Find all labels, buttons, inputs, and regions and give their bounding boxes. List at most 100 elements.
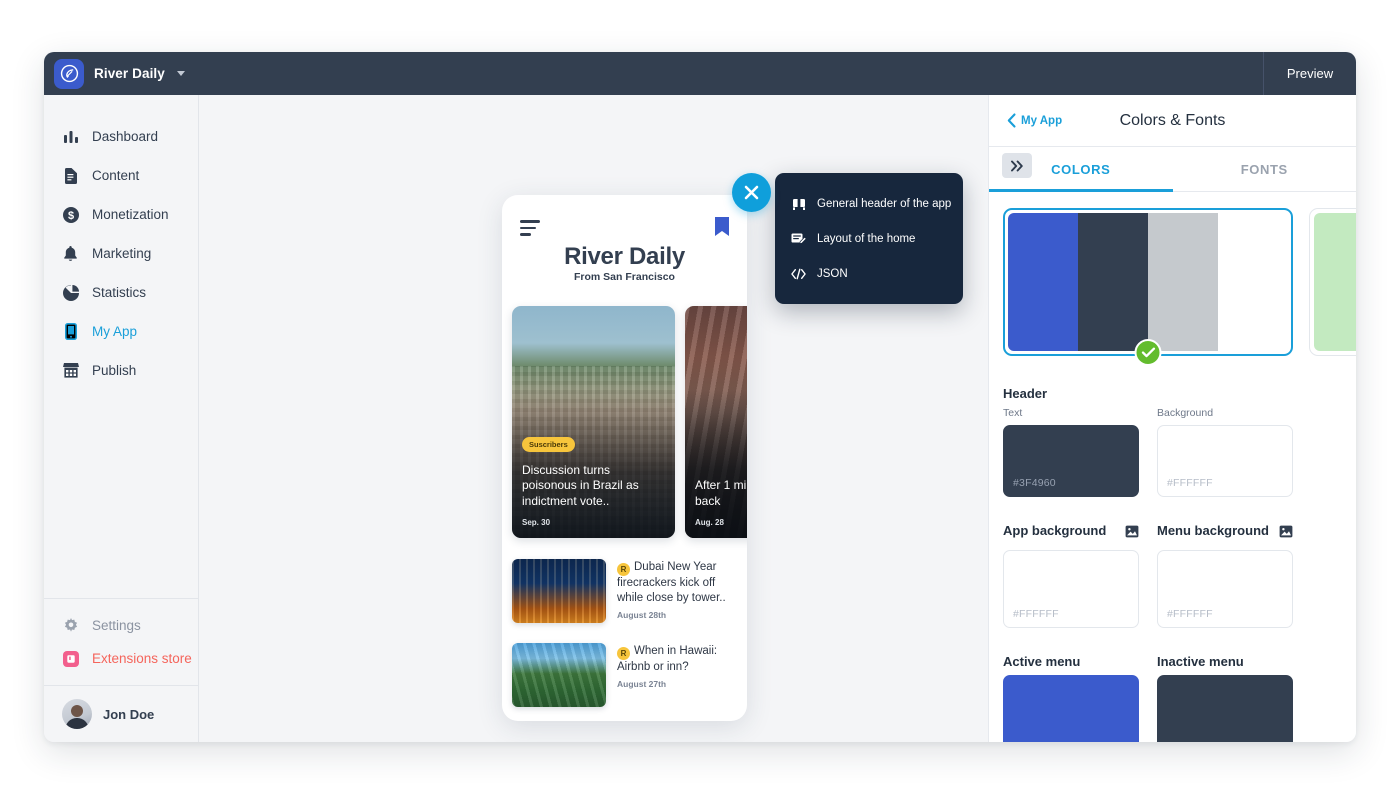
color-swatch-header-background[interactable]: #FFFFFF bbox=[1157, 425, 1293, 497]
app-window: River Daily Preview Dashboard Content $ … bbox=[44, 52, 1356, 742]
list-item-title: R Dubai New Year firecrackers kick off wh… bbox=[617, 560, 737, 606]
preview-button[interactable]: Preview bbox=[1263, 52, 1356, 95]
context-menu: General header of the app Layout of the … bbox=[775, 173, 963, 304]
background-color-fields: App background #FFFFFF Menu background #… bbox=[1003, 497, 1342, 628]
bell-icon bbox=[62, 245, 79, 262]
sidebar-item-statistics[interactable]: Statistics bbox=[44, 273, 198, 312]
sidebar-item-label: Dashboard bbox=[92, 129, 159, 144]
panel-body: Header Text #3F4960 Background #FFFFFF A… bbox=[989, 192, 1356, 742]
sidebar-nav: Dashboard Content $ Monetization Marketi… bbox=[44, 95, 198, 594]
color-hex-value: #3F4960 bbox=[1013, 477, 1056, 489]
color-swatch-active-menu[interactable] bbox=[1003, 675, 1139, 742]
top-bar: River Daily Preview bbox=[44, 52, 1356, 95]
code-brackets-icon bbox=[791, 268, 806, 280]
field-active-menu: Active menu bbox=[1003, 628, 1139, 742]
list-item-text: When in Hawaii: Airbnb or inn? bbox=[617, 645, 718, 673]
palette-color-swatch bbox=[1148, 213, 1218, 351]
hero-card[interactable]: Suscribers Discussion turns poisonous in… bbox=[512, 306, 675, 538]
sidebar-item-label: Extensions store bbox=[92, 651, 192, 666]
collapse-panel-button[interactable] bbox=[1002, 153, 1032, 178]
sidebar-item-publish[interactable]: Publish bbox=[44, 351, 198, 390]
sidebar-item-my-app[interactable]: My App bbox=[44, 312, 198, 351]
user-account[interactable]: Jon Doe bbox=[44, 685, 198, 742]
brand-selector[interactable]: River Daily bbox=[44, 58, 185, 89]
extensions-icon bbox=[62, 650, 79, 667]
sidebar-item-dashboard[interactable]: Dashboard bbox=[44, 117, 198, 156]
phone-preview: River Daily From San Francisco Suscriber… bbox=[502, 195, 747, 721]
sidebar-item-label: Content bbox=[92, 168, 140, 183]
color-swatch-app-background[interactable]: #FFFFFF bbox=[1003, 550, 1139, 628]
list-item-date: August 27th bbox=[617, 679, 667, 689]
palette-strips bbox=[1008, 213, 1288, 351]
field-label: Text bbox=[1003, 407, 1023, 419]
field-label-row: App background bbox=[1003, 523, 1139, 544]
hamburger-menu-icon[interactable] bbox=[520, 220, 540, 240]
palette-carousel bbox=[1003, 192, 1356, 366]
field-label: Active menu bbox=[1003, 654, 1081, 669]
feather-logo-icon bbox=[54, 58, 84, 89]
field-menu-background: Menu background #FFFFFF bbox=[1157, 497, 1293, 628]
image-icon[interactable] bbox=[1125, 525, 1139, 543]
sidebar-item-label: Marketing bbox=[92, 246, 152, 261]
brand-name: River Daily bbox=[94, 66, 165, 81]
context-menu-item-layout-home[interactable]: Layout of the home bbox=[775, 221, 963, 256]
palette-option-selected[interactable] bbox=[1003, 208, 1293, 366]
menu-color-fields: Active menu Inactive menu bbox=[1003, 628, 1342, 742]
back-link-label: My App bbox=[1021, 114, 1063, 127]
hero-card[interactable]: After 1 milli Europe's fr back Aug. 28 bbox=[685, 306, 747, 538]
store-icon bbox=[62, 362, 79, 379]
field-inactive-menu: Inactive menu bbox=[1157, 628, 1293, 742]
article-list: R Dubai New Year firecrackers kick off wh… bbox=[512, 552, 737, 720]
svg-text:$: $ bbox=[67, 210, 73, 222]
phone-header: River Daily From San Francisco bbox=[502, 195, 747, 300]
hero-card-title: After 1 milli Europe's fr back bbox=[695, 478, 747, 508]
color-swatch-menu-background[interactable]: #FFFFFF bbox=[1157, 550, 1293, 628]
image-icon[interactable] bbox=[1279, 525, 1293, 543]
document-icon bbox=[62, 167, 79, 184]
phone-app-title: River Daily bbox=[564, 243, 685, 270]
sidebar-item-label: Statistics bbox=[92, 285, 147, 300]
list-item[interactable]: R Dubai New Year firecrackers kick off wh… bbox=[512, 552, 737, 636]
color-hex-value: #FFFFFF bbox=[1167, 608, 1213, 620]
context-menu-item-json[interactable]: JSON bbox=[775, 256, 963, 291]
field-label: Inactive menu bbox=[1157, 654, 1244, 669]
hero-card-title: Discussion turns poisonous in Brazil as … bbox=[522, 462, 639, 508]
color-swatch-header-text[interactable]: #3F4960 bbox=[1003, 425, 1139, 497]
sidebar-item-content[interactable]: Content bbox=[44, 156, 198, 195]
sidebar-item-extensions-store[interactable]: Extensions store bbox=[44, 642, 198, 675]
list-item-body: R When in Hawaii: Airbnb or inn? August 2… bbox=[617, 643, 737, 707]
field-label: Background bbox=[1157, 407, 1214, 419]
double-chevron-right-icon bbox=[1010, 160, 1023, 171]
hero-scrim bbox=[685, 389, 747, 538]
author-avatar-badge: R bbox=[617, 647, 630, 660]
field-label-row: Menu background bbox=[1157, 523, 1293, 544]
gear-icon bbox=[62, 617, 79, 634]
palette-strips bbox=[1314, 213, 1356, 351]
context-menu-item-general-header[interactable]: General header of the app bbox=[775, 186, 963, 221]
close-button[interactable] bbox=[732, 173, 771, 212]
section-title-header: Header bbox=[1003, 386, 1048, 401]
dollar-circle-icon: $ bbox=[62, 206, 79, 223]
sidebar-item-marketing[interactable]: Marketing bbox=[44, 234, 198, 273]
palette-color-swatch bbox=[1314, 213, 1356, 351]
context-menu-item-label: JSON bbox=[817, 267, 848, 280]
hawaii-coast-photo bbox=[512, 643, 606, 707]
chevron-down-icon bbox=[176, 71, 185, 76]
list-item[interactable]: R When in Hawaii: Airbnb or inn? August 2… bbox=[512, 636, 737, 720]
field-header-text: Text #3F4960 bbox=[1003, 407, 1139, 497]
selected-check-badge bbox=[1134, 339, 1162, 366]
sidebar-item-monetization[interactable]: $ Monetization bbox=[44, 195, 198, 234]
panel-tabs: COLORS FONTS bbox=[989, 147, 1356, 192]
header-color-fields: Text #3F4960 Background #FFFFFF bbox=[1003, 407, 1342, 497]
tab-fonts[interactable]: FONTS bbox=[1173, 147, 1357, 191]
pie-chart-icon bbox=[62, 284, 79, 301]
bookmark-icon[interactable] bbox=[715, 217, 729, 241]
palette-color-swatch bbox=[1078, 213, 1148, 351]
color-swatch-inactive-menu[interactable] bbox=[1157, 675, 1293, 742]
dubai-skyline-night-photo bbox=[512, 559, 606, 623]
sidebar-item-settings[interactable]: Settings bbox=[44, 609, 198, 642]
back-to-my-app-link[interactable]: My App bbox=[1007, 113, 1062, 128]
sidebar-item-label: Publish bbox=[92, 363, 137, 378]
sidebar-item-label: Monetization bbox=[92, 207, 169, 222]
palette-option[interactable] bbox=[1309, 208, 1356, 356]
